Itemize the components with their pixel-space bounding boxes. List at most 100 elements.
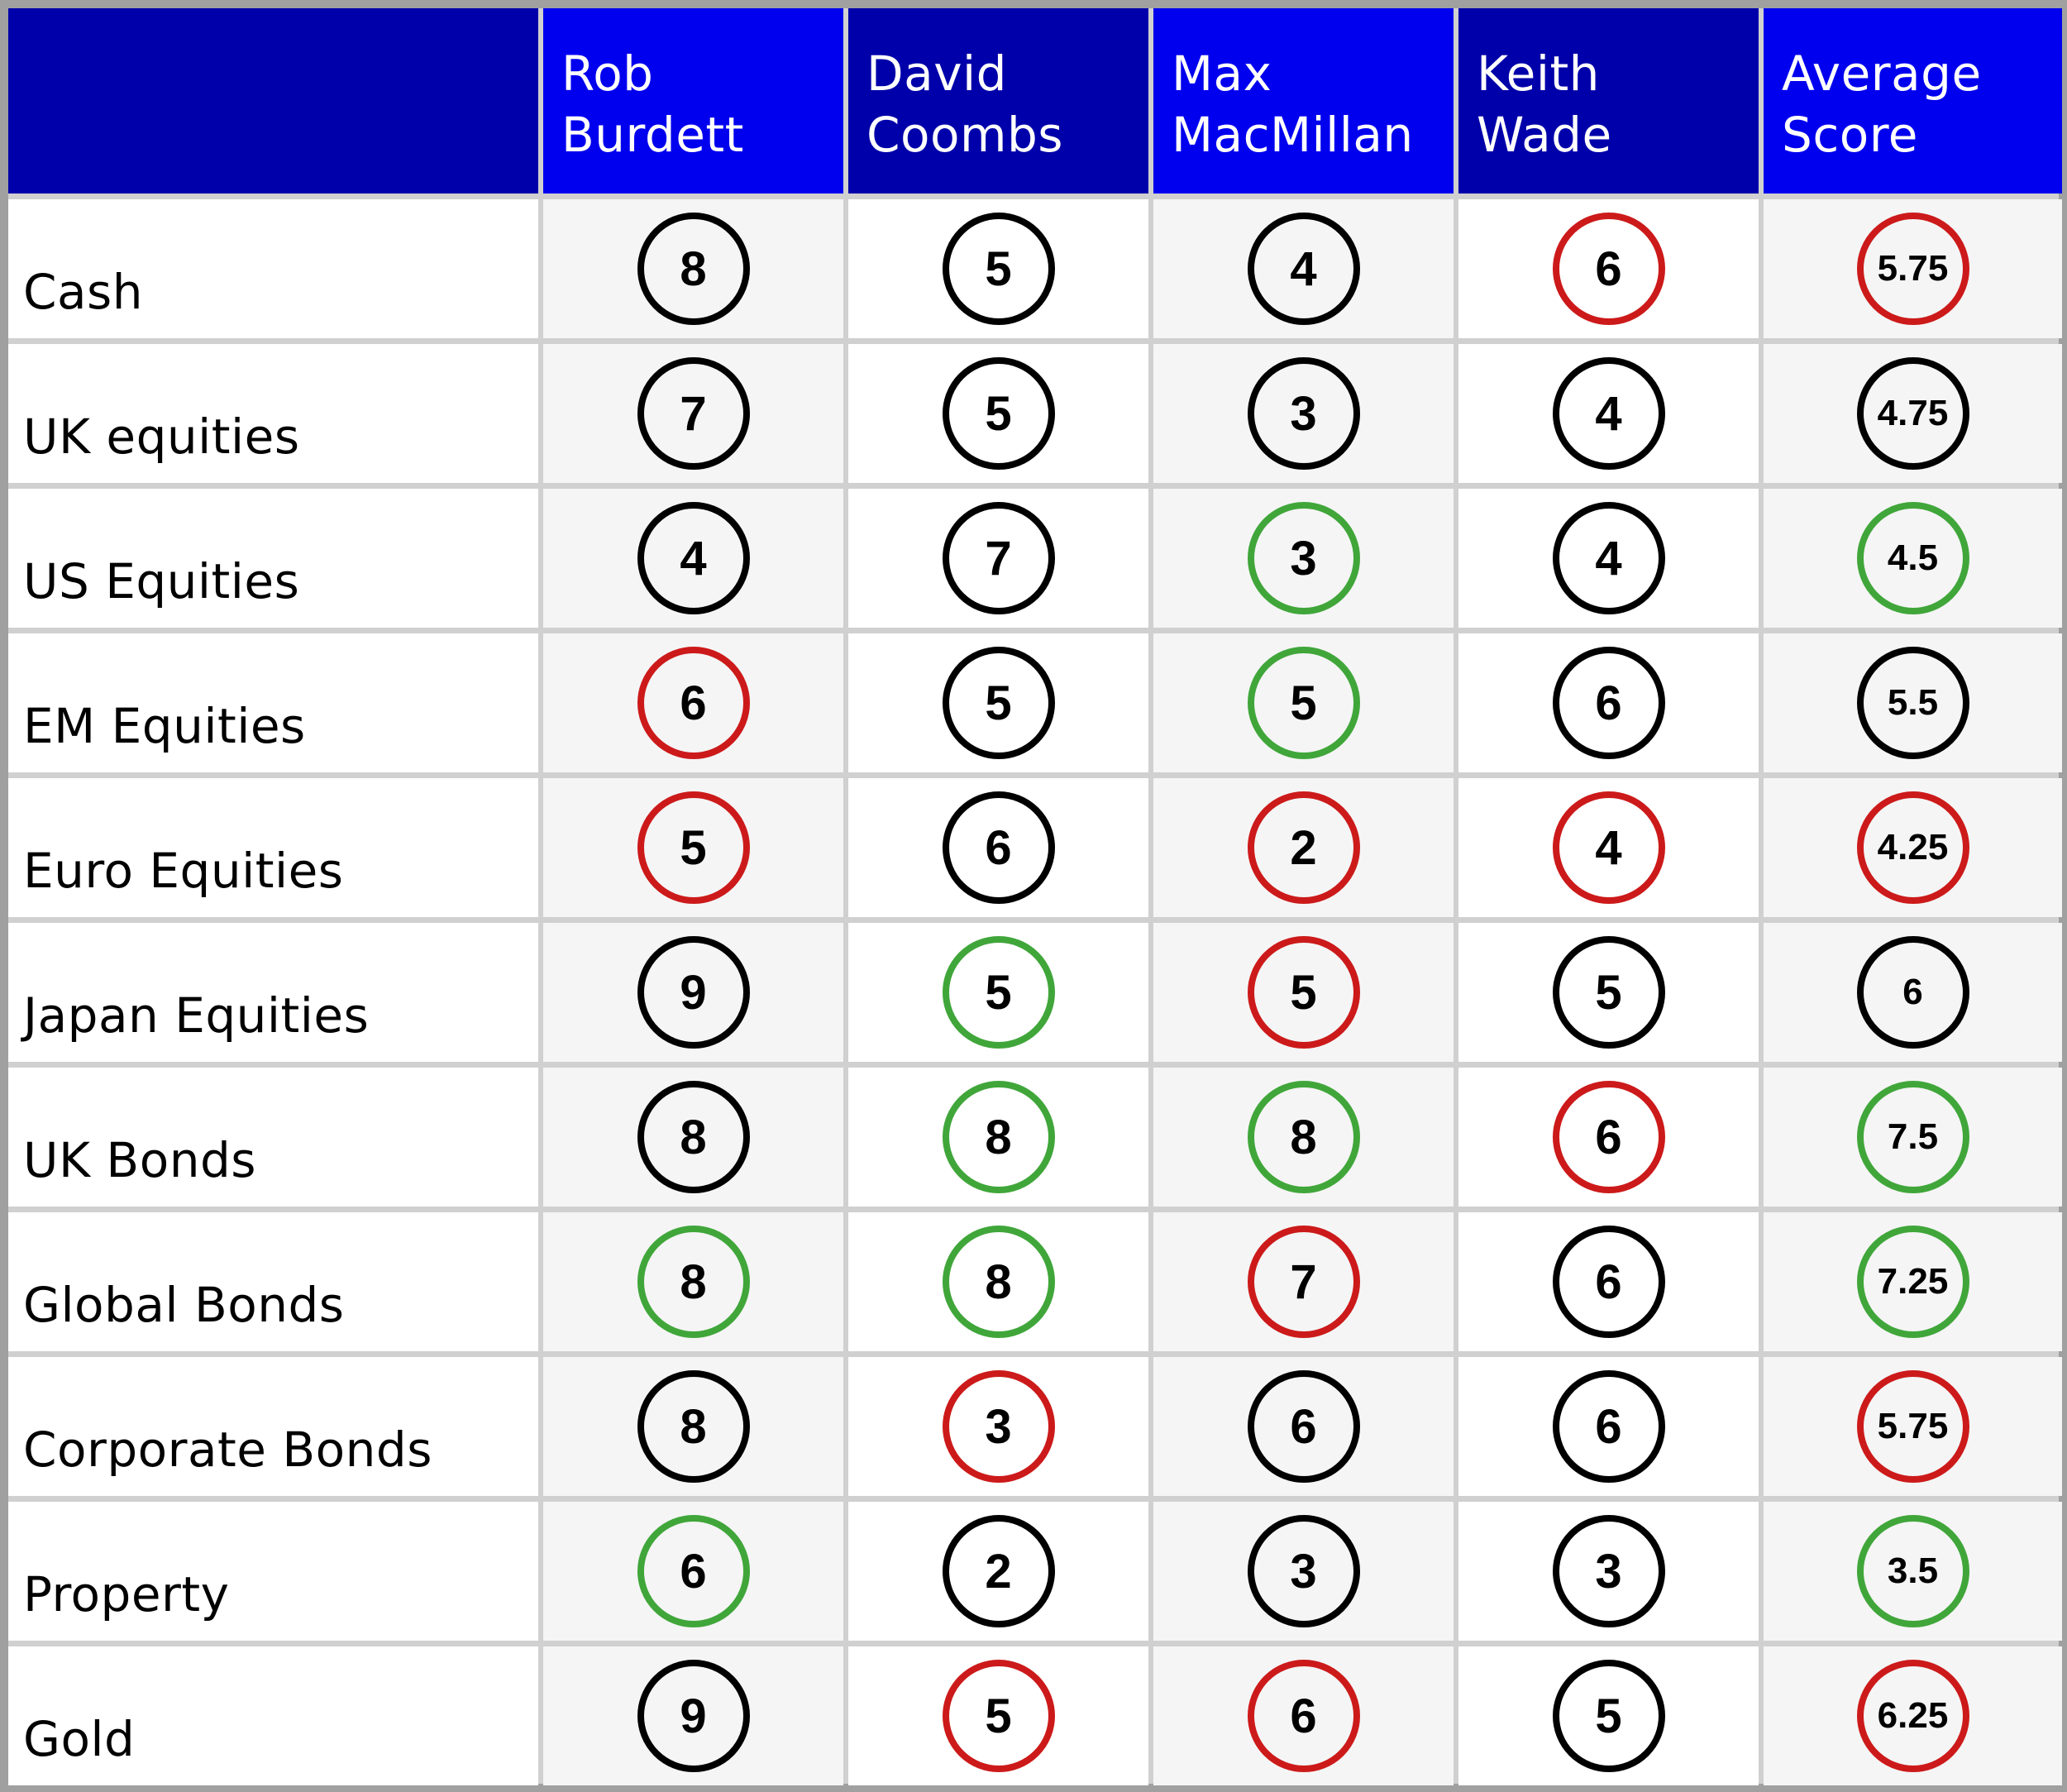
score-cell-david-coombs: 5 — [848, 199, 1148, 338]
score-badge-green: 8 — [942, 1226, 1055, 1338]
score-cell-average-score: 5.75 — [1764, 199, 2062, 338]
score-badge-red: 2 — [1247, 791, 1360, 904]
row-label: Japan Equities — [8, 923, 538, 1062]
score-cell-david-coombs: 5 — [848, 633, 1148, 772]
score-badge-black: 5 — [1552, 936, 1665, 1049]
score-cell-david-coombs: 6 — [848, 778, 1148, 917]
score-badge-red: 6 — [1552, 1081, 1665, 1193]
score-badge-black: 7 — [942, 502, 1055, 614]
score-badge-red: 4 — [1552, 791, 1665, 904]
score-cell-average-score: 7.5 — [1764, 1068, 2062, 1207]
score-badge-black: 5 — [942, 647, 1055, 759]
score-cell-max-macmillan: 3 — [1153, 489, 1454, 628]
score-cell-max-macmillan: 7 — [1153, 1212, 1454, 1351]
score-badge-black: 4 — [637, 502, 750, 614]
score-badge-black: 3 — [1247, 357, 1360, 470]
score-badge-black: 6 — [1247, 1370, 1360, 1483]
score-cell-average-score: 5.75 — [1764, 1357, 2062, 1496]
score-cell-rob-burdett: 5 — [543, 778, 843, 917]
score-badge-black: 5 — [942, 357, 1055, 470]
score-badge-green: 8 — [942, 1081, 1055, 1193]
score-badge-black: 5.5 — [1856, 647, 1969, 759]
row-label: Gold — [8, 1646, 538, 1785]
score-cell-david-coombs: 8 — [848, 1212, 1148, 1351]
score-badge-red: 5 — [637, 791, 750, 904]
score-cell-max-macmillan: 3 — [1153, 1502, 1454, 1641]
score-badge-red: 6.25 — [1856, 1660, 1969, 1772]
score-cell-keith-wade: 5 — [1458, 923, 1759, 1062]
score-badge-black: 9 — [637, 936, 750, 1049]
score-cell-david-coombs: 5 — [848, 923, 1148, 1062]
score-cell-average-score: 6 — [1764, 923, 2062, 1062]
score-cell-keith-wade: 4 — [1458, 489, 1759, 628]
row-label: Property — [8, 1502, 538, 1641]
score-cell-average-score: 5.5 — [1764, 633, 2062, 772]
score-cell-average-score: 4.75 — [1764, 344, 2062, 483]
score-cell-rob-burdett: 9 — [543, 1646, 843, 1785]
score-cell-average-score: 6.25 — [1764, 1646, 2062, 1785]
score-badge-red: 6 — [1552, 213, 1665, 325]
score-badge-green: 8 — [637, 1226, 750, 1338]
row-label: UK Bonds — [8, 1068, 538, 1207]
score-cell-david-coombs: 5 — [848, 1646, 1148, 1785]
score-badge-black: 6 — [1552, 1226, 1665, 1338]
score-badge-black: 3 — [1552, 1515, 1665, 1627]
score-badge-green: 7.25 — [1856, 1226, 1969, 1338]
score-badge-black: 5 — [1552, 1660, 1665, 1772]
score-cell-david-coombs: 8 — [848, 1068, 1148, 1207]
column-header-rob-burdett: Rob Burdett — [543, 8, 843, 194]
score-cell-rob-burdett: 8 — [543, 199, 843, 338]
row-label: Global Bonds — [8, 1212, 538, 1351]
score-cell-max-macmillan: 8 — [1153, 1068, 1454, 1207]
score-cell-david-coombs: 3 — [848, 1357, 1148, 1496]
score-badge-black: 6 — [942, 791, 1055, 904]
score-cell-rob-burdett: 4 — [543, 489, 843, 628]
row-label: UK equities — [8, 344, 538, 483]
score-cell-max-macmillan: 6 — [1153, 1646, 1454, 1785]
score-badge-black: 3 — [1247, 1515, 1360, 1627]
score-badge-black: 4 — [1552, 502, 1665, 614]
score-badge-red: 6 — [637, 647, 750, 759]
score-badge-black: 9 — [637, 1660, 750, 1772]
score-badge-red: 5.75 — [1856, 1370, 1969, 1483]
score-badge-black: 2 — [942, 1515, 1055, 1627]
score-cell-keith-wade: 4 — [1458, 344, 1759, 483]
score-badge-black: 4 — [1247, 213, 1360, 325]
row-label: Euro Equities — [8, 778, 538, 917]
score-cell-keith-wade: 6 — [1458, 199, 1759, 338]
score-badge-red: 4.25 — [1856, 791, 1969, 904]
score-cell-average-score: 4.25 — [1764, 778, 2062, 917]
score-cell-keith-wade: 3 — [1458, 1502, 1759, 1641]
score-badge-black: 6 — [1552, 647, 1665, 759]
score-badge-red: 5 — [942, 1660, 1055, 1772]
row-label: Cash — [8, 199, 538, 338]
score-cell-rob-burdett: 9 — [543, 923, 843, 1062]
score-badge-green: 8 — [1247, 1081, 1360, 1193]
column-header-keith-wade: Keith Wade — [1458, 8, 1759, 194]
score-badge-green: 6 — [637, 1515, 750, 1627]
score-cell-keith-wade: 4 — [1458, 778, 1759, 917]
score-badge-red: 3 — [942, 1370, 1055, 1483]
score-cell-max-macmillan: 2 — [1153, 778, 1454, 917]
score-cell-keith-wade: 6 — [1458, 1068, 1759, 1207]
row-label: EM Equities — [8, 633, 538, 772]
score-badge-green: 4.5 — [1856, 502, 1969, 614]
score-cell-rob-burdett: 8 — [543, 1068, 843, 1207]
score-cell-max-macmillan: 4 — [1153, 199, 1454, 338]
score-cell-rob-burdett: 8 — [543, 1212, 843, 1351]
score-badge-green: 7.5 — [1856, 1081, 1969, 1193]
scores-table: Rob Burdett David Coombs Max MacMillan K… — [8, 8, 2062, 1785]
score-badge-black: 6 — [1856, 936, 1969, 1049]
score-badge-black: 7 — [637, 357, 750, 470]
score-badge-green: 5 — [942, 936, 1055, 1049]
score-cell-average-score: 7.25 — [1764, 1212, 2062, 1351]
score-badge-red: 5.75 — [1856, 213, 1969, 325]
score-cell-average-score: 4.5 — [1764, 489, 2062, 628]
score-cell-max-macmillan: 3 — [1153, 344, 1454, 483]
score-badge-black: 8 — [637, 1081, 750, 1193]
score-cell-max-macmillan: 5 — [1153, 633, 1454, 772]
score-cell-david-coombs: 5 — [848, 344, 1148, 483]
column-header-david-coombs: David Coombs — [848, 8, 1148, 194]
score-badge-red: 7 — [1247, 1226, 1360, 1338]
score-cell-rob-burdett: 6 — [543, 633, 843, 772]
